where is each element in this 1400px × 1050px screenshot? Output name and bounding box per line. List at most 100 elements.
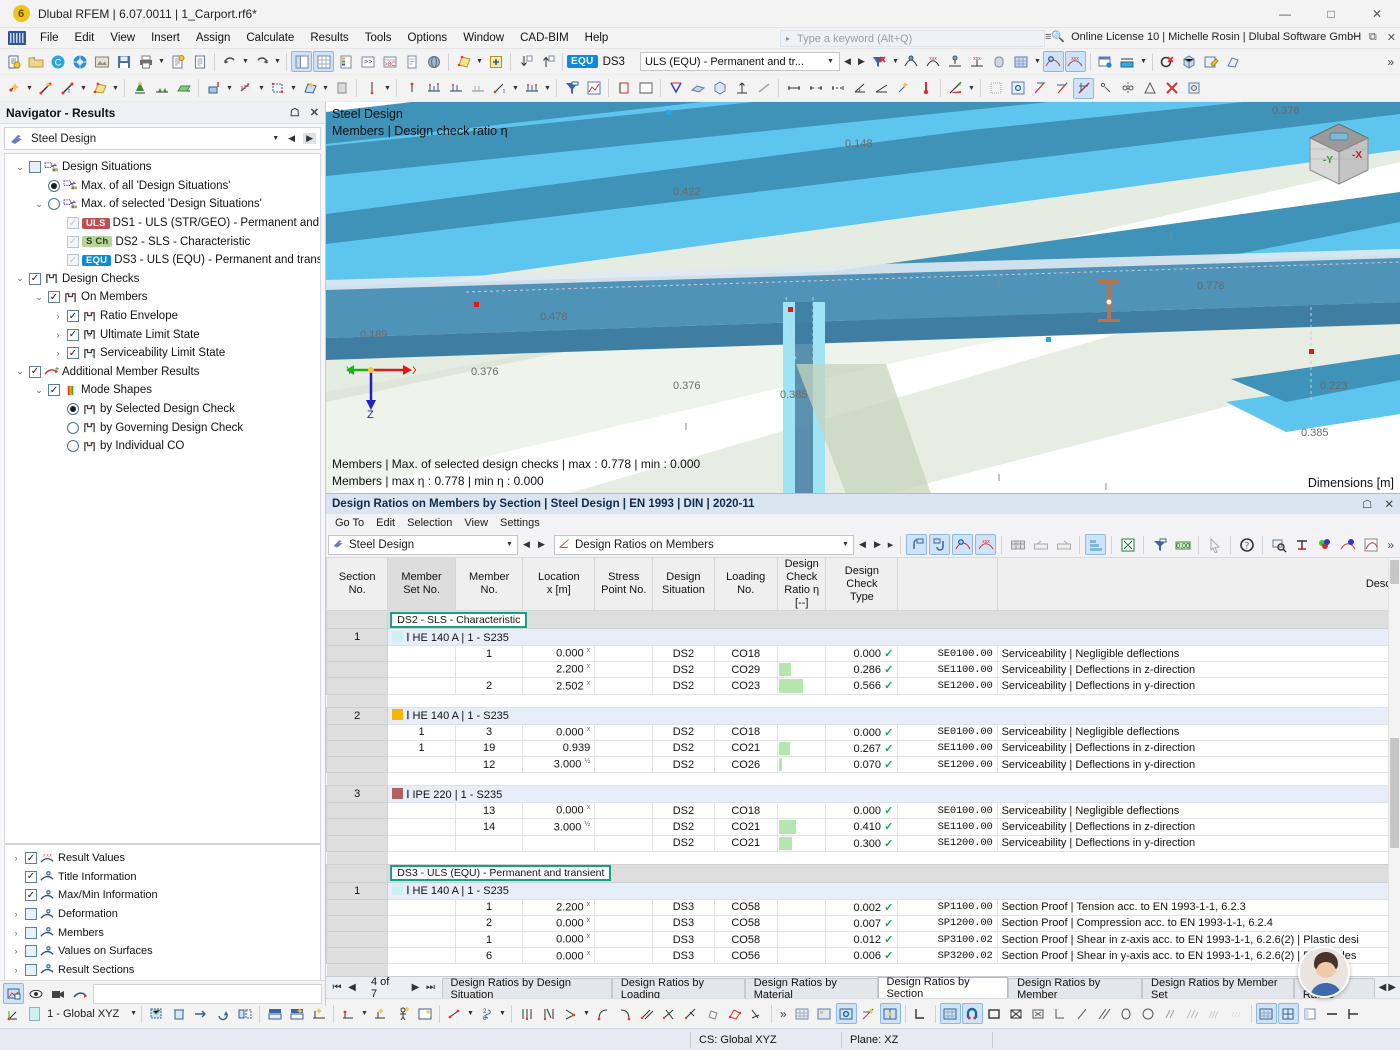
view-name-field[interactable]	[93, 984, 322, 1004]
surface-select-icon[interactable]	[453, 51, 474, 72]
snap-person-icon[interactable]	[392, 1003, 413, 1024]
grid-column-header[interactable]: DesignSituation	[653, 558, 714, 611]
3d-viewport[interactable]: Steel Design Members | Design check rati…	[326, 102, 1400, 494]
table-row[interactable]: 143.000 ½DS2CO210.410 ✓SE1100.00Servicea…	[327, 819, 1400, 835]
imperfection-dropdown-icon[interactable]: ▼	[383, 85, 392, 92]
table-row[interactable]: 2.200 xDS2CO290.286 ✓SE1100.00Serviceabi…	[327, 662, 1400, 678]
new-line-icon[interactable]	[35, 78, 56, 99]
menu-results[interactable]: Results	[302, 30, 356, 46]
table-row[interactable]: 1190.939DS2CO210.267 ✓SE1100.00Serviceab…	[327, 740, 1400, 756]
menu-calculate[interactable]: Calculate	[238, 30, 302, 46]
rectangle-cross-icon[interactable]	[1006, 1003, 1027, 1024]
show-result-values-icon[interactable]: xxx	[975, 534, 996, 555]
hatch1-icon[interactable]	[1160, 1003, 1181, 1024]
vertical-lines-icon[interactable]	[538, 1003, 559, 1024]
grid-column-header[interactable]: MemberNo.	[455, 558, 523, 611]
prev-page-button[interactable]: ◀	[345, 982, 359, 993]
cloud-sync-icon[interactable]	[69, 51, 90, 72]
table-report-more-icon[interactable]: ▶	[886, 541, 895, 549]
decimal-places-icon[interactable]: 0,00	[1172, 534, 1193, 555]
checkbox-checked[interactable]: ✓	[48, 291, 60, 303]
chevron-down-icon[interactable]: ▼	[841, 541, 850, 548]
animation-icon[interactable]	[635, 78, 656, 99]
polygon-snap-icon[interactable]	[702, 1003, 723, 1024]
angle-line-dropdown-icon[interactable]: ▼	[582, 1010, 591, 1017]
work-plane-icon[interactable]	[1073, 78, 1094, 99]
tree-item[interactable]: ✓ULSDS1 - ULS (STR/GEO) - Permanent and …	[5, 214, 320, 233]
console-icon[interactable]: >>	[357, 51, 378, 72]
model-box-icon[interactable]	[709, 78, 730, 99]
slash-tool-icon[interactable]	[1072, 1003, 1093, 1024]
snap-numbering-icon[interactable]: 26	[476, 1003, 497, 1024]
report-tab[interactable]: Design Ratios by Design Situation	[442, 978, 612, 998]
table-row[interactable]: 123.000 ½DS2CO260.070 ✓SE1200.00Servicea…	[327, 756, 1400, 772]
dimension-horizontal-icon[interactable]	[783, 78, 804, 99]
tree-expander[interactable]: ›	[52, 311, 64, 321]
new-member-icon[interactable]: I	[57, 78, 78, 99]
table-report-next-button[interactable]: ▶	[871, 539, 884, 550]
toolbar-overflow-button[interactable]: »	[1387, 55, 1397, 69]
print-icon[interactable]	[135, 51, 156, 72]
render-view-mode-icon[interactable]	[3, 983, 24, 1004]
dimension-slope-icon[interactable]	[871, 78, 892, 99]
minimize-panel-icon[interactable]	[1322, 1003, 1343, 1024]
chevron-down-icon[interactable]: ▼	[826, 58, 835, 65]
color-bars-icon[interactable]	[1085, 534, 1106, 555]
snap-image-icon[interactable]	[414, 1003, 435, 1024]
result-bar-dropdown-icon[interactable]: ▼	[1139, 58, 1148, 65]
tree-item[interactable]: ›Members	[5, 923, 320, 942]
mesh-snap-icon[interactable]	[724, 1003, 745, 1024]
member-stiffness-dropdown-icon[interactable]: ▼	[511, 85, 520, 92]
member-division-icon[interactable]	[445, 78, 466, 99]
guideline-toggle-icon[interactable]	[858, 1003, 879, 1024]
radio-selected[interactable]	[67, 403, 79, 415]
tree-expander[interactable]: ›	[10, 853, 22, 863]
imperfection-icon[interactable]	[361, 78, 382, 99]
radio-selected[interactable]	[48, 180, 60, 192]
checkbox-checked[interactable]: ✓	[25, 889, 37, 901]
intersect-lines-icon[interactable]	[658, 1003, 679, 1024]
report-tab[interactable]: Design Ratios by Material	[745, 978, 878, 998]
member-eccentricity-icon[interactable]	[423, 78, 444, 99]
mir1ror-selection-icon[interactable]	[234, 1003, 255, 1024]
first-page-button[interactable]: ⏮	[330, 982, 344, 993]
new-surface-icon[interactable]	[89, 78, 110, 99]
settings-gear-icon[interactable]	[1183, 78, 1204, 99]
tree-expander[interactable]: ⌄	[14, 273, 26, 284]
tree-item[interactable]: ⌄Max. of selected 'Design Situations'	[5, 195, 320, 214]
table-module-next-button[interactable]: ▶	[535, 539, 548, 550]
line-load-dropdown-icon[interactable]: ▼	[257, 85, 266, 92]
tree-item[interactable]: ›✓x.x.xResult Values	[5, 849, 320, 868]
close-button[interactable]: ✕	[1354, 0, 1400, 28]
grid-column-header[interactable]: Design CheckType	[826, 558, 898, 611]
checkbox-checked[interactable]: ✓	[29, 366, 41, 378]
design-situation-group-row[interactable]: DS3 - ULS (EQU) - Permanent and transien…	[327, 864, 1400, 882]
ellipse-tool-icon[interactable]	[1116, 1003, 1137, 1024]
pin-icon[interactable]: ☖	[290, 106, 300, 119]
table-close-icon[interactable]: ✕	[1384, 497, 1394, 511]
delete-all-icon[interactable]	[1161, 78, 1182, 99]
rectangle-tool-icon[interactable]	[984, 1003, 1005, 1024]
layer-visibility-icon[interactable]	[264, 1003, 285, 1024]
guide-line-icon[interactable]	[1029, 78, 1050, 99]
rotate-selection-icon[interactable]	[212, 1003, 233, 1024]
report-tab[interactable]: Design Ratios by Member Set	[1142, 978, 1294, 998]
tree-item[interactable]: by Selected Design Check	[5, 400, 320, 419]
redo-dropdown-icon[interactable]: ▼	[273, 58, 282, 65]
tree-expander[interactable]: ⌄	[14, 366, 26, 377]
minimize-button[interactable]: —	[1262, 0, 1308, 28]
align-tool-icon[interactable]	[1344, 1003, 1365, 1024]
workplane-origin-icon[interactable]	[308, 1003, 329, 1024]
tree-expander[interactable]: ›	[10, 928, 22, 938]
load-down-icon[interactable]	[515, 51, 536, 72]
export-excel-icon[interactable]	[1117, 534, 1138, 555]
spreadsheet-export-icon[interactable]: >8C	[379, 51, 400, 72]
color-scale-dropdown-icon[interactable]: ▼	[967, 85, 976, 92]
tree-item[interactable]: ⌄Design Situations	[5, 158, 320, 177]
line-support-icon[interactable]	[151, 78, 172, 99]
object-snap-nodes-icon[interactable]	[444, 1003, 465, 1024]
member-nonlinearity-icon[interactable]	[467, 78, 488, 99]
surface-results-icon[interactable]	[1011, 51, 1032, 72]
open-folder-icon[interactable]	[25, 51, 46, 72]
mirror-icon[interactable]	[1117, 78, 1138, 99]
